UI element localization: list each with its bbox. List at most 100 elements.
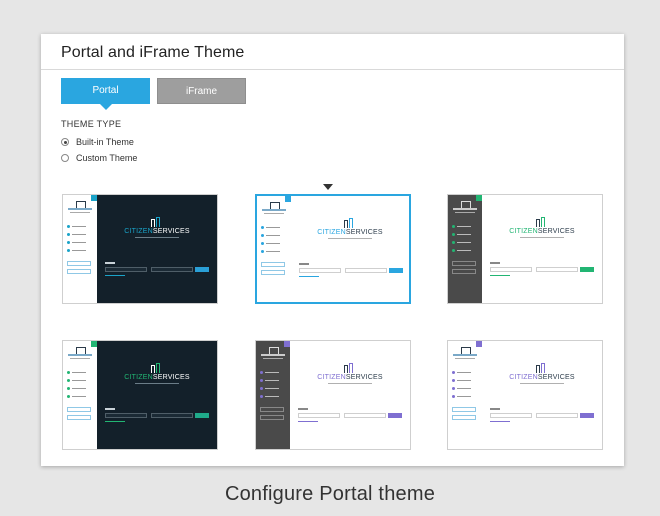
nav-item-icon bbox=[261, 242, 264, 245]
nav-item-icon bbox=[260, 379, 263, 382]
sidebar-button bbox=[452, 261, 476, 266]
tab-portal[interactable]: Portal bbox=[61, 78, 150, 110]
sign-in-label bbox=[490, 408, 500, 410]
login-button bbox=[195, 267, 209, 272]
sidebar-button bbox=[260, 415, 284, 420]
theme-thumbnail-light-blue[interactable]: CITIZENSERVICES bbox=[255, 194, 411, 304]
radio-label: Custom Theme bbox=[76, 153, 138, 163]
radio-button[interactable] bbox=[61, 138, 69, 146]
login-input bbox=[105, 267, 147, 272]
login-button bbox=[195, 413, 209, 418]
title-divider bbox=[41, 69, 624, 70]
nav-item-label bbox=[457, 372, 471, 373]
login-button bbox=[389, 268, 403, 273]
nav-item-icon bbox=[260, 387, 263, 390]
login-input bbox=[536, 267, 578, 272]
nav-item-icon bbox=[452, 225, 455, 228]
radio-custom-theme[interactable]: Custom Theme bbox=[61, 153, 137, 163]
thumbnail-main: CITIZENSERVICES bbox=[97, 341, 217, 449]
citizen-services-logo: CITIZENSERVICES bbox=[97, 217, 217, 239]
nav-item-icon bbox=[67, 249, 70, 252]
theme-thumbnail-grey-purple[interactable]: CITIZENSERVICES bbox=[255, 340, 411, 450]
forgot-password-link bbox=[490, 275, 510, 276]
theme-thumbnail-grey-green[interactable]: CITIZENSERVICES bbox=[447, 194, 603, 304]
nav-item-icon bbox=[260, 371, 263, 374]
nav-item-label bbox=[266, 251, 280, 252]
nav-item-label bbox=[72, 242, 86, 243]
tab-iframe[interactable]: iFrame bbox=[157, 78, 246, 104]
nav-item-icon bbox=[452, 387, 455, 390]
nav-item-icon bbox=[452, 233, 455, 236]
sign-in-label bbox=[105, 262, 115, 264]
sign-in-label bbox=[490, 262, 500, 264]
nav-item-icon bbox=[67, 225, 70, 228]
theme-thumbnail-dark-green[interactable]: CITIZENSERVICES bbox=[62, 340, 218, 450]
citizen-services-logo: CITIZENSERVICES bbox=[482, 363, 602, 385]
nav-item-label bbox=[72, 250, 86, 251]
radio-label: Built-in Theme bbox=[76, 137, 134, 147]
thumbnail-logo bbox=[67, 201, 93, 215]
nav-item-label bbox=[265, 372, 279, 373]
panel-title: Portal and iFrame Theme bbox=[61, 44, 245, 61]
login-input bbox=[490, 267, 532, 272]
nav-item-icon bbox=[261, 226, 264, 229]
nav-item-icon bbox=[452, 249, 455, 252]
sidebar-button bbox=[260, 407, 284, 412]
nav-item-icon bbox=[261, 234, 264, 237]
citizen-services-logo: CITIZENSERVICES bbox=[290, 363, 410, 385]
theme-thumbnail-dark-cyan[interactable]: CITIZENSERVICES bbox=[62, 194, 218, 304]
nav-item-label bbox=[72, 226, 86, 227]
sign-in-label bbox=[299, 263, 309, 265]
theme-thumbnail-light-purple[interactable]: CITIZENSERVICES bbox=[447, 340, 603, 450]
nav-item-label bbox=[72, 380, 86, 381]
nav-item-label bbox=[457, 396, 471, 397]
forgot-password-link bbox=[490, 421, 510, 422]
selected-theme-indicator-icon bbox=[323, 184, 333, 190]
login-input bbox=[151, 413, 193, 418]
sidebar-button bbox=[452, 415, 476, 420]
theme-settings-panel: Portal and iFrame Theme Portal iFrame TH… bbox=[41, 34, 624, 466]
nav-item-icon bbox=[67, 379, 70, 382]
citizen-services-logo: CITIZENSERVICES bbox=[482, 217, 602, 239]
login-input bbox=[298, 413, 340, 418]
nav-item-label bbox=[72, 396, 86, 397]
login-input bbox=[151, 267, 193, 272]
forgot-password-link bbox=[299, 276, 319, 277]
nav-item-icon bbox=[67, 233, 70, 236]
nav-item-icon bbox=[67, 371, 70, 374]
nav-item-icon bbox=[452, 371, 455, 374]
nav-item-icon bbox=[452, 379, 455, 382]
nav-item-label bbox=[72, 388, 86, 389]
forgot-password-link bbox=[105, 275, 125, 276]
nav-item-label bbox=[265, 396, 279, 397]
thumbnail-sidebar bbox=[448, 341, 482, 449]
nav-item-label bbox=[266, 227, 280, 228]
thumbnail-logo bbox=[452, 201, 478, 215]
login-button bbox=[388, 413, 402, 418]
nav-item-label bbox=[457, 226, 471, 227]
login-button bbox=[580, 413, 594, 418]
figure-caption: Configure Portal theme bbox=[224, 483, 436, 505]
nav-item-icon bbox=[67, 395, 70, 398]
forgot-password-link bbox=[105, 421, 125, 422]
sidebar-button bbox=[452, 269, 476, 274]
nav-item-label bbox=[72, 234, 86, 235]
radio-button[interactable] bbox=[61, 154, 69, 162]
login-input bbox=[345, 268, 387, 273]
forgot-password-link bbox=[298, 421, 318, 422]
thumbnail-main: CITIZENSERVICES bbox=[482, 341, 602, 449]
login-input bbox=[490, 413, 532, 418]
thumbnail-main: CITIZENSERVICES bbox=[290, 341, 410, 449]
nav-item-icon bbox=[261, 250, 264, 253]
nav-item-label bbox=[457, 388, 471, 389]
login-input bbox=[299, 268, 341, 273]
thumbnail-logo bbox=[261, 202, 287, 216]
radio-builtin-theme[interactable]: Built-in Theme bbox=[61, 137, 134, 147]
sidebar-button bbox=[67, 415, 91, 420]
sidebar-button bbox=[452, 407, 476, 412]
thumbnail-logo bbox=[260, 347, 286, 361]
thumbnail-sidebar bbox=[63, 195, 97, 303]
sidebar-button bbox=[67, 269, 91, 274]
nav-item-label bbox=[457, 380, 471, 381]
login-input bbox=[536, 413, 578, 418]
